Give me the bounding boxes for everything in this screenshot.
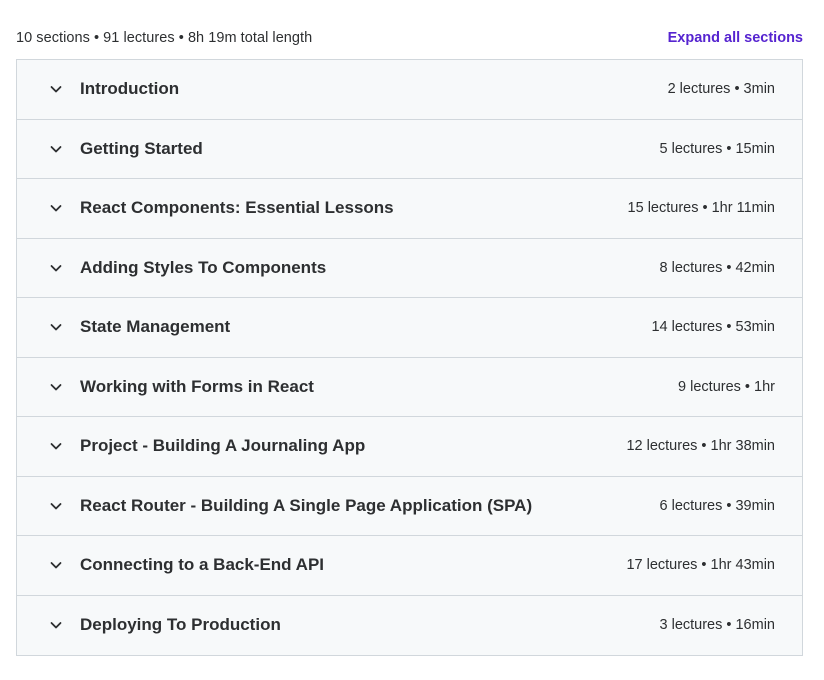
curriculum-summary: 10 sections • 91 lectures • 8h 19m total…	[16, 30, 313, 46]
section-title: Getting Started	[80, 138, 203, 158]
section-meta: 9 lectures • 1hr	[678, 378, 775, 395]
section-item[interactable]: Deploying To Production 3 lectures • 16m…	[17, 595, 802, 655]
section-title: Connecting to a Back-End API	[80, 555, 325, 575]
section-item[interactable]: React Router - Building A Single Page Ap…	[17, 476, 802, 536]
section-title: State Management	[80, 317, 231, 337]
chevron-down-icon	[48, 141, 64, 157]
section-meta: 14 lectures • 53min	[651, 319, 775, 336]
section-item[interactable]: React Components: Essential Lessons 15 l…	[17, 179, 802, 239]
chevron-down-icon	[48, 498, 64, 514]
chevron-down-icon	[48, 81, 64, 97]
section-item[interactable]: Connecting to a Back-End API 17 lectures…	[17, 536, 802, 596]
section-item[interactable]: State Management 14 lectures • 53min	[17, 298, 802, 358]
section-title: React Components: Essential Lessons	[80, 198, 394, 218]
section-meta: 17 lectures • 1hr 43min	[626, 557, 775, 574]
section-meta: 5 lectures • 15min	[659, 140, 776, 157]
section-title: Project - Building A Journaling App	[80, 436, 366, 456]
section-list: Introduction 2 lectures • 3min Getting S…	[16, 59, 803, 656]
section-meta: 12 lectures • 1hr 38min	[626, 438, 775, 455]
section-meta: 3 lectures • 16min	[659, 617, 776, 634]
section-title: Working with Forms in React	[80, 376, 314, 396]
expand-all-sections-button[interactable]: Expand all sections	[668, 30, 803, 46]
section-item[interactable]: Adding Styles To Components 8 lectures •…	[17, 238, 802, 298]
chevron-down-icon	[48, 438, 64, 454]
chevron-down-icon	[48, 617, 64, 633]
chevron-down-icon	[48, 557, 64, 573]
section-meta: 6 lectures • 39min	[659, 497, 776, 514]
section-item[interactable]: Project - Building A Journaling App 12 l…	[17, 417, 802, 477]
curriculum-header: 10 sections • 91 lectures • 8h 19m total…	[16, 26, 803, 50]
section-item[interactable]: Getting Started 5 lectures • 15min	[17, 119, 802, 179]
section-meta: 15 lectures • 1hr 11min	[627, 200, 775, 217]
section-title: Adding Styles To Components	[80, 257, 327, 277]
section-meta: 2 lectures • 3min	[667, 81, 775, 98]
section-item[interactable]: Introduction 2 lectures • 3min	[17, 60, 802, 120]
course-curriculum: 10 sections • 91 lectures • 8h 19m total…	[0, 0, 824, 680]
section-title: Deploying To Production	[80, 615, 281, 635]
section-item[interactable]: Working with Forms in React 9 lectures •…	[17, 357, 802, 417]
chevron-down-icon	[48, 379, 64, 395]
section-title: React Router - Building A Single Page Ap…	[80, 495, 533, 515]
section-title: Introduction	[80, 79, 180, 99]
section-meta: 8 lectures • 42min	[659, 259, 776, 276]
chevron-down-icon	[48, 200, 64, 216]
chevron-down-icon	[48, 260, 64, 276]
chevron-down-icon	[48, 319, 64, 335]
